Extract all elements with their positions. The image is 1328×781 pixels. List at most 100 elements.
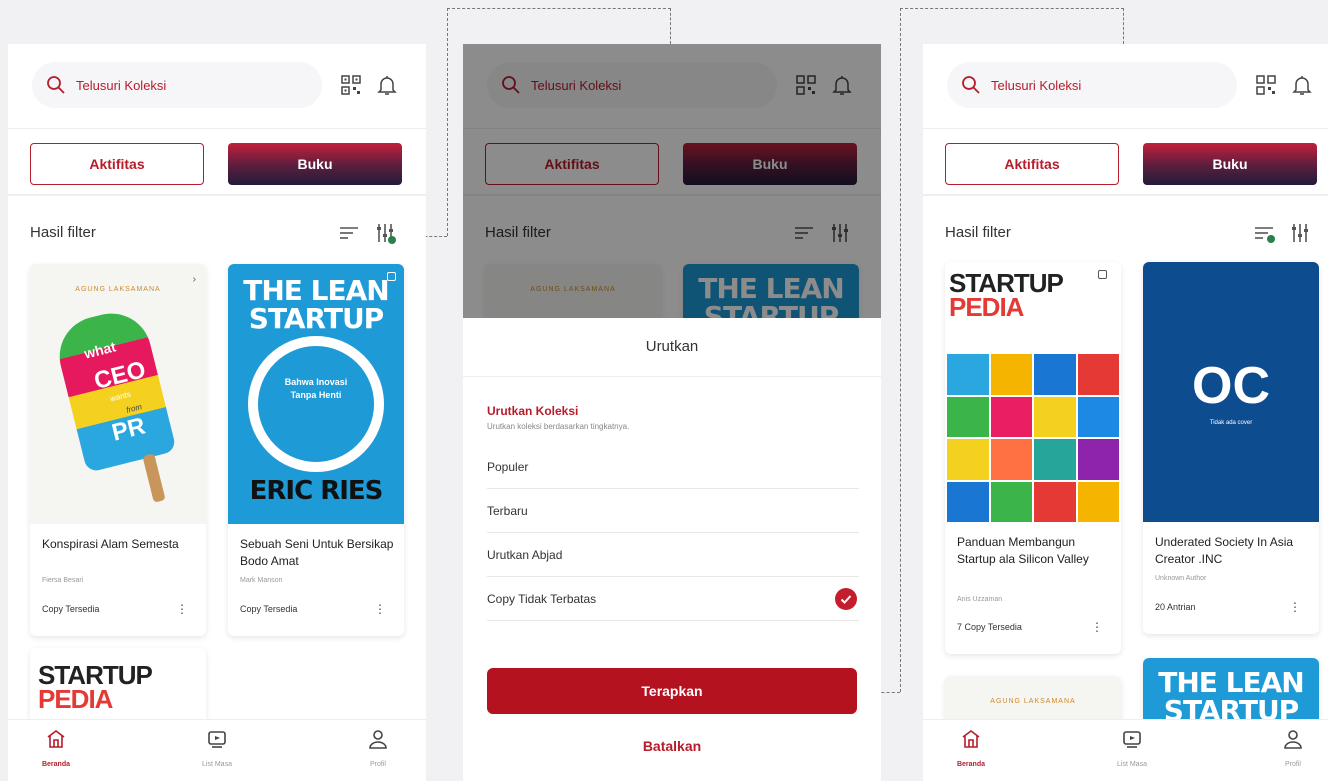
nav-profile[interactable]: Profil — [1253, 728, 1328, 768]
more-icon[interactable]: ⋮ — [1091, 620, 1103, 634]
tab-activity[interactable]: Aktifitas — [945, 143, 1119, 185]
search-input[interactable]: Telusuri Koleksi — [76, 78, 166, 93]
book-card[interactable]: OC Tidak ada cover Underated Society In … — [1143, 262, 1319, 634]
section-title: Urutkan Koleksi — [487, 404, 579, 418]
book-title: Konspirasi Alam Semesta — [42, 537, 179, 551]
bell-icon[interactable] — [376, 74, 398, 96]
media-icon — [1123, 731, 1141, 748]
profile-icon — [1284, 730, 1302, 749]
top-bar: Telusuri Koleksi — [8, 44, 426, 128]
filter-row: Hasil filter — [923, 214, 1328, 250]
search-input[interactable]: Telusuri Koleksi — [991, 78, 1081, 93]
nav-media[interactable]: List Masa — [177, 728, 257, 768]
book-author: Fiersa Besari — [42, 577, 84, 584]
cover-publisher: AGUNG LAKSAMANA — [75, 286, 161, 293]
filter-adjust-icon[interactable] — [1289, 222, 1311, 244]
filter-adjust-icon[interactable] — [374, 222, 396, 244]
book-status: 7 Copy Tersedia — [957, 622, 1022, 632]
top-bar: Telusuri Koleksi — [923, 44, 1328, 128]
sort-option-unlimited[interactable]: Copy Tidak Terbatas — [487, 577, 859, 621]
connector-1d — [670, 8, 671, 44]
search-bar[interactable]: Telusuri Koleksi — [947, 62, 1237, 108]
cover-tagline: Bahwa Inovasi Tanpa Henti — [284, 377, 348, 400]
screen-sorted-result: Telusuri Koleksi Aktifitas Buku Hasil fi… — [923, 44, 1328, 781]
connector-2 — [900, 8, 1124, 9]
book-cover: AGUNG LAKSAMANA what CEO wants from PR › — [30, 264, 206, 524]
tab-activity[interactable]: Aktifitas — [30, 143, 204, 185]
tab-bar: Aktifitas Buku — [8, 128, 426, 196]
cover-note: Tidak ada cover — [1209, 420, 1253, 426]
book-status: Copy Tersedia — [240, 604, 298, 614]
book-author: Mark Manson — [240, 577, 283, 584]
sort-icon[interactable] — [338, 222, 360, 244]
cover-author: ERIC RIES — [249, 476, 384, 506]
book-title: Sebuah Seni Untuk Bersikap Bodo Amat — [240, 537, 394, 568]
sort-option-newest[interactable]: Terbaru — [487, 489, 859, 533]
nav-profile-label: Profil — [370, 761, 386, 768]
nav-media-label: List Masa — [1117, 761, 1147, 768]
peek-publisher: AGUNG LAKSAMANA — [990, 698, 1076, 705]
search-icon — [47, 76, 65, 94]
screen-sort-sheet: Telusuri Koleksi Aktifitas Buku Hasil fi… — [463, 44, 881, 781]
book-card[interactable]: AGUNG LAKSAMANA what CEO wants from PR ›… — [30, 264, 206, 636]
more-icon[interactable]: ⋮ — [1289, 600, 1301, 614]
book-card[interactable]: THE LEAN STARTUP Bahwa Inovasi Tanpa Hen… — [228, 264, 404, 636]
bookmark-icon[interactable] — [1098, 270, 1107, 279]
connector-1 — [447, 8, 671, 9]
search-bar[interactable]: Telusuri Koleksi — [32, 62, 322, 108]
more-icon[interactable]: ⋮ — [374, 602, 386, 616]
backdrop-overlay[interactable] — [463, 44, 881, 318]
book-card[interactable]: STARTUP PEDIA Panduan Membangun Startup … — [945, 262, 1121, 654]
nav-home[interactable]: Beranda — [931, 728, 1011, 768]
cover-stick — [142, 453, 166, 503]
home-icon — [47, 730, 65, 748]
bookmark-icon[interactable]: › — [193, 274, 196, 285]
qr-code-icon[interactable] — [340, 74, 362, 96]
nav-profile[interactable]: Profil — [338, 728, 418, 768]
book-card-peek[interactable]: STARTUP PEDIA — [30, 648, 206, 728]
tab-book[interactable]: Buku — [1143, 143, 1317, 185]
book-cover: STARTUP PEDIA — [945, 262, 1121, 522]
book-title: Underated Society In Asia Creator .INC — [1155, 535, 1294, 566]
bookmark-icon[interactable] — [387, 272, 396, 281]
nav-home-label: Beranda — [956, 761, 985, 768]
cover-logo: OC — [1192, 357, 1270, 415]
more-icon[interactable]: ⋮ — [176, 602, 188, 616]
filter-title: Hasil filter — [30, 224, 96, 241]
sort-bottom-sheet: Urutkan Urutkan Koleksi Urutkan koleksi … — [463, 318, 881, 781]
sheet-divider — [463, 376, 881, 377]
nav-media[interactable]: List Masa — [1092, 728, 1172, 768]
media-icon — [208, 731, 226, 748]
book-cover: THE LEAN STARTUP Bahwa Inovasi Tanpa Hen… — [228, 264, 404, 524]
sort-icon[interactable] — [1253, 222, 1275, 244]
bell-icon[interactable] — [1291, 74, 1313, 96]
bottom-nav: Beranda List Masa Profil — [8, 719, 426, 781]
cover-title: STARTUP — [248, 302, 384, 335]
apply-button[interactable]: Terapkan — [487, 668, 857, 714]
tab-book[interactable]: Buku — [228, 143, 402, 185]
book-card-peek[interactable]: THE LEAN STARTUP — [1143, 658, 1319, 728]
connector-2b — [900, 8, 901, 692]
sort-option-alphabet[interactable]: Urutkan Abjad — [487, 533, 859, 577]
flow-diagram: Telusuri Koleksi Aktifitas Buku Hasil fi… — [0, 0, 1328, 781]
connector-1b — [447, 8, 448, 236]
option-label: Copy Tidak Terbatas — [487, 591, 597, 606]
option-label: Populer — [487, 459, 529, 474]
book-author: Anis Uzzaman — [957, 596, 1003, 603]
cancel-button[interactable]: Batalkan — [463, 738, 881, 754]
cover-circle — [248, 336, 384, 472]
sort-option-popular[interactable]: Populer — [487, 445, 859, 489]
tab-bar: Aktifitas Buku — [923, 128, 1328, 196]
qr-code-icon[interactable] — [1255, 74, 1277, 96]
peek-subtitle: PEDIA — [38, 684, 113, 714]
search-icon — [962, 76, 980, 94]
cover-grid — [947, 354, 1119, 522]
cover-subtitle: PEDIA — [949, 292, 1024, 322]
nav-home-label: Beranda — [41, 761, 70, 768]
nav-profile-label: Profil — [1285, 761, 1301, 768]
book-cover: OC Tidak ada cover — [1143, 262, 1319, 522]
check-icon — [835, 588, 857, 610]
bottom-nav: Beranda List Masa Profil — [923, 719, 1328, 781]
nav-home[interactable]: Beranda — [16, 728, 96, 768]
filter-row: Hasil filter — [8, 214, 426, 250]
